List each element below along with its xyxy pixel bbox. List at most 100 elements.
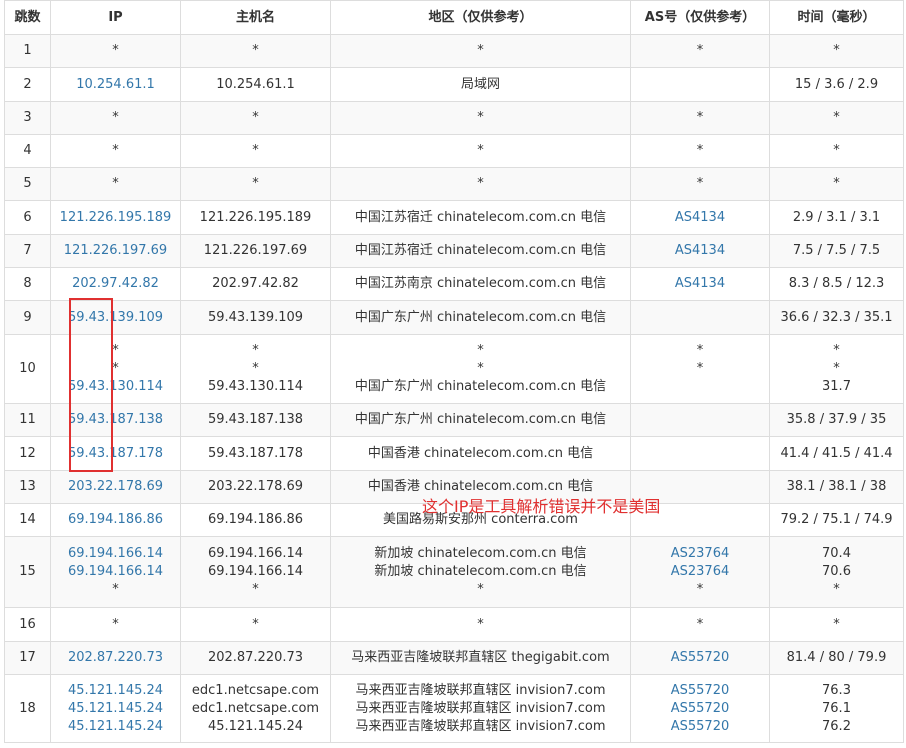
hostname-cell: 202.87.220.73 <box>180 641 331 675</box>
region-value: 中国广东广州 chinatelecom.com.cn 电信 <box>354 379 607 394</box>
ip-cell: * * 59.43.130.114 <box>50 334 181 404</box>
hostname-cell: * <box>180 607 331 642</box>
ip-cell: 69.194.186.86 <box>50 503 181 537</box>
ip-value[interactable]: 45.121.145.24 <box>53 718 178 736</box>
as-value: * <box>696 110 704 125</box>
as-value[interactable]: AS4134 <box>633 209 767 227</box>
ip-value[interactable]: 45.121.145.24 <box>53 700 178 718</box>
hop-number: 18 <box>19 700 36 716</box>
region-value: * <box>477 110 484 125</box>
hop-number: 15 <box>19 564 36 579</box>
host-value: edc1.netcsape.com <box>191 700 320 716</box>
ip-cell: 59.43.139.109 <box>50 300 181 335</box>
table-body: 1 * * * * * 2 10.254.61.1 10.254.61.1 局域网 15 / 3.… <box>4 34 904 743</box>
region-cell: 局域网 <box>330 67 631 102</box>
ip-value: * <box>112 143 119 158</box>
region-value: * <box>477 582 484 597</box>
ip-cell: 59.43.187.178 <box>50 436 181 471</box>
hostname-cell: * <box>180 167 331 201</box>
region-cell: 中国香港 chinatelecom.com.cn 电信 <box>330 436 631 471</box>
as-value: * <box>696 343 704 358</box>
as-value[interactable]: AS55720 <box>633 649 767 667</box>
as-value[interactable]: AS23764 <box>633 563 767 581</box>
as-cell: AS23764 AS23764 * <box>630 536 770 608</box>
host-value: 69.194.166.14 <box>207 564 304 579</box>
host-value: 59.43.187.178 <box>207 445 304 461</box>
time-value: 38.1 / 38.1 / 38 <box>786 479 887 494</box>
ip-value[interactable]: 202.97.42.82 <box>53 275 178 293</box>
header-ip: IP <box>50 0 181 35</box>
region-cell: 马来西亚吉隆坡联邦直辖区 invision7.com 马来西亚吉隆坡联邦直辖区 i… <box>330 674 631 743</box>
ip-value[interactable]: 59.43.187.178 <box>53 445 178 463</box>
as-value[interactable]: AS55720 <box>633 718 767 736</box>
host-value: 10.254.61.1 <box>216 76 295 92</box>
ip-cell: 202.87.220.73 <box>50 641 181 675</box>
ip-value[interactable]: 121.226.197.69 <box>53 242 178 260</box>
as-cell <box>630 436 770 471</box>
as-cell: * * <box>630 334 770 404</box>
hop-cell: 4 <box>4 134 51 168</box>
region-cell: 中国广东广州 chinatelecom.com.cn 电信 <box>330 300 631 335</box>
ip-value[interactable]: 69.194.166.14 <box>53 563 178 581</box>
ip-value[interactable]: 10.254.61.1 <box>53 76 178 94</box>
table-row: 11 59.43.187.138 59.43.187.138 中国广东广州 china… <box>4 403 904 437</box>
hop-cell: 10 <box>4 334 51 404</box>
ip-cell: 121.226.197.69 <box>50 234 181 268</box>
hop-number: 17 <box>19 650 36 665</box>
ip-value[interactable]: 69.194.166.14 <box>53 545 178 563</box>
host-value: 121.226.195.189 <box>199 209 312 225</box>
region-value: * <box>477 361 484 376</box>
annotation-note: 这个IP是工具解析错误并不是美国 <box>422 497 661 516</box>
table-row: 6 121.226.195.189 121.226.195.189 中国江苏宿迁 ch… <box>4 200 904 235</box>
time-cell: 8.3 / 8.5 / 12.3 <box>769 267 904 301</box>
time-value: 2.9 / 3.1 / 3.1 <box>792 209 881 225</box>
as-value <box>633 411 767 429</box>
as-value[interactable]: AS55720 <box>633 700 767 718</box>
ip-value[interactable]: 121.226.195.189 <box>53 209 178 227</box>
ip-value[interactable]: 69.194.186.86 <box>53 511 178 529</box>
as-value[interactable]: AS4134 <box>633 242 767 260</box>
region-cell: 马来西亚吉隆坡联邦直辖区 thegigabit.com <box>330 641 631 675</box>
time-cell: 38.1 / 38.1 / 38 <box>769 470 904 504</box>
as-value[interactable]: AS4134 <box>633 275 767 293</box>
region-value: 中国香港 chinatelecom.com.cn 电信 <box>367 445 594 461</box>
time-value: 7.5 / 7.5 / 7.5 <box>792 243 881 258</box>
region-value: 马来西亚吉隆坡联邦直辖区 invision7.com <box>355 718 606 734</box>
as-value: * <box>696 143 704 158</box>
as-value[interactable]: AS23764 <box>633 545 767 563</box>
region-value: 中国江苏宿迁 chinatelecom.com.cn 电信 <box>354 243 607 258</box>
ip-value[interactable]: 59.43.187.138 <box>53 411 178 429</box>
traceroute-table: 跳数 IP 主机名 地区（仅供参考） AS号（仅供参考） 时间（毫秒） 1 * * *… <box>4 0 904 743</box>
as-value: * <box>696 582 704 597</box>
time-cell: * <box>769 167 904 201</box>
as-value[interactable]: AS55720 <box>633 682 767 700</box>
time-cell: 2.9 / 3.1 / 3.1 <box>769 200 904 235</box>
header-time: 时间（毫秒） <box>769 0 904 35</box>
hop-cell: 3 <box>4 101 51 135</box>
ip-value[interactable]: 45.121.145.24 <box>53 682 178 700</box>
hop-cell: 12 <box>4 436 51 471</box>
as-value <box>633 309 767 327</box>
ip-value[interactable]: 59.43.139.109 <box>53 309 178 327</box>
hostname-cell: 203.22.178.69 <box>180 470 331 504</box>
region-value: * <box>477 143 484 158</box>
host-value: * <box>252 143 259 158</box>
hop-number: 13 <box>19 479 36 494</box>
time-value: 81.4 / 80 / 79.9 <box>786 650 887 665</box>
ip-value[interactable]: 203.22.178.69 <box>53 478 178 496</box>
region-value: * <box>477 343 484 358</box>
as-value <box>633 445 767 463</box>
ip-value[interactable]: 202.87.220.73 <box>53 649 178 667</box>
time-value: * <box>833 143 840 158</box>
table-row: 10 * * 59.43.130.114 * * 59.43.130.114 * * 中国广东广州… <box>4 334 904 404</box>
region-cell: 中国江苏南京 chinatelecom.com.cn 电信 <box>330 267 631 301</box>
ip-value[interactable]: 59.43.130.114 <box>53 378 178 396</box>
time-cell: 15 / 3.6 / 2.9 <box>769 67 904 102</box>
hop-cell: 17 <box>4 641 51 675</box>
time-cell: * <box>769 101 904 135</box>
region-cell: * <box>330 167 631 201</box>
table-row: 12 59.43.187.178 59.43.187.178 中国香港 chinate… <box>4 436 904 471</box>
host-value: 59.43.139.109 <box>207 309 304 325</box>
table-row: 7 121.226.197.69 121.226.197.69 中国江苏宿迁 chin… <box>4 234 904 268</box>
hostname-cell: 202.97.42.82 <box>180 267 331 301</box>
